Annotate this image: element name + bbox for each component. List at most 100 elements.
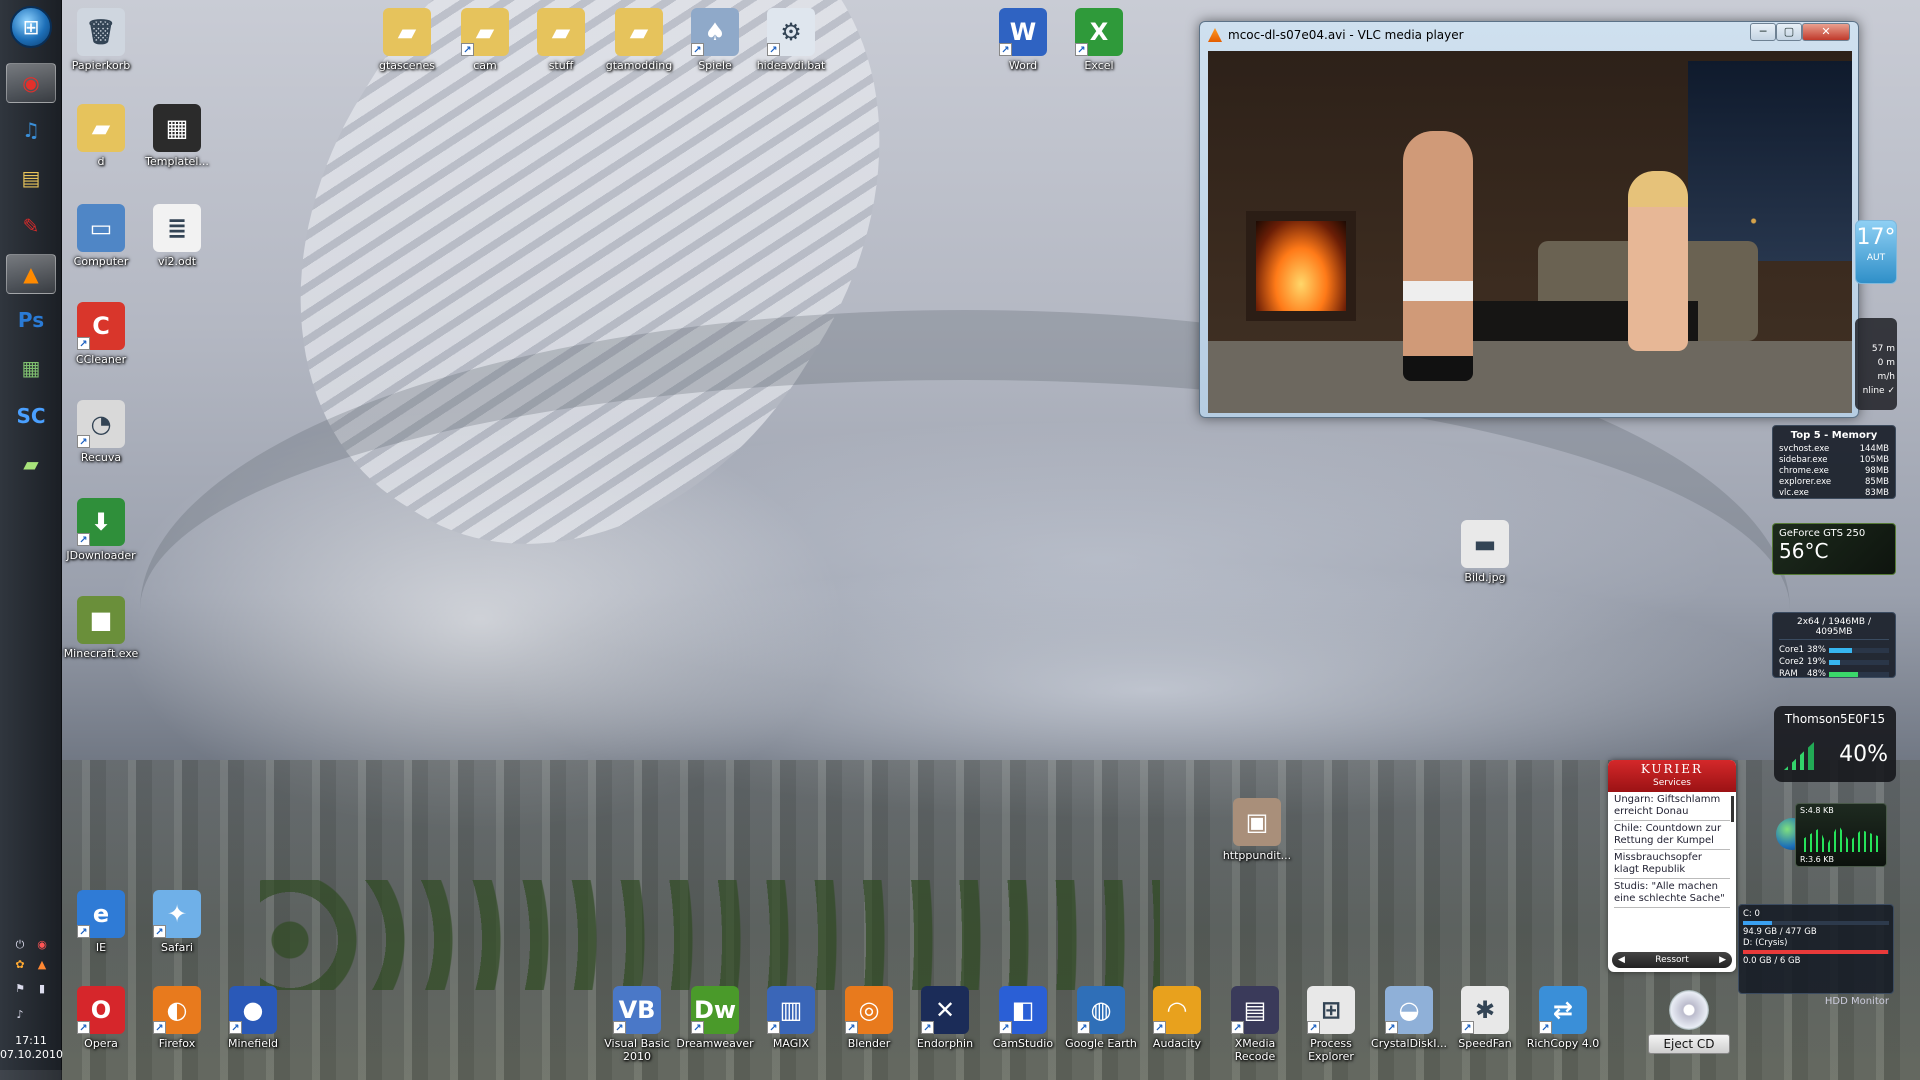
- desktop-icon-magix[interactable]: ▥ ↗ MAGIX: [752, 986, 830, 1050]
- desktop-icon-minecraft-exe[interactable]: ■ Minecraft.exe: [62, 596, 140, 660]
- acrobat-icon: ✎: [22, 214, 40, 238]
- desktop-icon-papierkorb[interactable]: 🗑 Papierkorb: [62, 8, 140, 72]
- desktop-icon-crystaldiski[interactable]: ◒ ↗ CrystalDiskI...: [1370, 986, 1448, 1050]
- hdd-monitor-gadget[interactable]: C: 0 94.9 GB / 477 GB D: (Crysis) 0.0 GB…: [1738, 904, 1894, 1007]
- desktop-icon-richcopy-4-0[interactable]: ⇄ ↗ RichCopy 4.0: [1524, 986, 1602, 1050]
- process-name: explorer.exe: [1779, 477, 1832, 487]
- taskbar-starcraft-button[interactable]: SC: [6, 396, 56, 436]
- taskbar-chrome-button[interactable]: ◉: [6, 63, 56, 103]
- memory-row: vlc.exe 83MB: [1779, 488, 1889, 499]
- weather-gadget[interactable]: 57 m 0 m m/h nline ✓: [1855, 318, 1897, 410]
- network-icon[interactable]: ▮: [34, 982, 50, 996]
- shortcut-arrow-icon: ↗: [845, 1021, 858, 1034]
- ressort-selector[interactable]: ◀ Ressort ▶: [1612, 952, 1732, 968]
- ressort-label: Ressort: [1655, 955, 1689, 965]
- process-name: chrome.exe: [1779, 466, 1829, 476]
- taskbar-photoshop-button[interactable]: Ps: [6, 300, 56, 340]
- desktop-icon-gtascenes[interactable]: ▰ gtascenes: [368, 8, 446, 72]
- photoshop-icon: Ps: [17, 308, 45, 332]
- desktop-icon-computer[interactable]: ▭ Computer: [62, 204, 140, 268]
- network-meter-gadget[interactable]: S:4.8 KB R:3.6 KB: [1795, 803, 1887, 867]
- desktop-icon-hideavdi-bat[interactable]: ⚙ ↗ hideavdi.bat: [752, 8, 830, 72]
- shortcut-arrow-icon: ↗: [1385, 1021, 1398, 1034]
- desktop-icon-vi2-odt[interactable]: ≣ vi2.odt: [138, 204, 216, 268]
- taskbar-sticky-notes-button[interactable]: ▰: [6, 444, 56, 484]
- taskbar-vlc-button[interactable]: ▲: [6, 254, 56, 294]
- temperature-gadget[interactable]: 17° AUT: [1855, 220, 1897, 284]
- kurier-news-gadget[interactable]: KURIER Services Ungarn: Giftschlamm erre…: [1608, 760, 1736, 972]
- memory-title: Top 5 - Memory: [1790, 430, 1878, 441]
- desktop-icon-recuva[interactable]: ◔ ↗ Recuva: [62, 400, 140, 464]
- maximize-button[interactable]: ▢: [1776, 23, 1802, 41]
- cpu-gadget[interactable]: 2x64 / 1946MB / 4095MB Core1 38% Core2 19% R…: [1772, 612, 1896, 679]
- desktop-icon-jdownloader[interactable]: ⬇ ↗ JDownloader: [62, 498, 140, 562]
- eject-cd-button[interactable]: Eject CD: [1648, 1034, 1730, 1054]
- desktop-icon-safari[interactable]: ✦ ↗ Safari: [138, 890, 216, 954]
- desktop-icon-opera[interactable]: O ↗ Opera: [62, 986, 140, 1050]
- cpu-row-name: Core1: [1779, 645, 1805, 655]
- taskbar-explorer-button[interactable]: ▤: [6, 158, 56, 198]
- drive-d-label: D: (Crysis): [1743, 938, 1788, 948]
- start-button[interactable]: ⊞: [10, 6, 52, 48]
- desktop-icon-httppundit[interactable]: ▣ httppundit...: [1218, 798, 1296, 862]
- desktop-icon-firefox[interactable]: ◐ ↗ Firefox: [138, 986, 216, 1050]
- video-scene-woman: [1628, 171, 1688, 351]
- hideavdi-bat-icon: ⚙ ↗: [767, 8, 815, 56]
- minimize-button[interactable]: ─: [1750, 23, 1776, 41]
- desktop-icon-label: MAGIX: [772, 1037, 810, 1050]
- news-item[interactable]: Studis: "Alle machen eine schlechte Sach…: [1614, 881, 1730, 908]
- desktop-icon-endorphin[interactable]: ✕ ↗ Endorphin: [906, 986, 984, 1050]
- desktop-icon-google-earth[interactable]: ◍ ↗ Google Earth: [1062, 986, 1140, 1050]
- tray-app-icon[interactable]: ✿: [12, 958, 28, 972]
- desktop-icon-d[interactable]: ▰ d: [62, 104, 140, 168]
- desktop-icon-stuff[interactable]: ▰ stuff: [522, 8, 600, 72]
- next-icon[interactable]: ▶: [1719, 952, 1726, 968]
- prev-icon[interactable]: ◀: [1618, 952, 1625, 968]
- desktop-icon-gtamodding[interactable]: ▰ gtamodding: [600, 8, 678, 72]
- show-desktop-button[interactable]: [0, 1070, 62, 1080]
- action-center-icon[interactable]: ⚑: [12, 982, 28, 996]
- wifi-gadget[interactable]: Thomson5E0F15 40%: [1774, 706, 1896, 782]
- shortcut-arrow-icon: ↗: [767, 43, 780, 56]
- desktop-icon-xmedia-recode[interactable]: ▤ ↗ XMedia Recode: [1216, 986, 1294, 1063]
- desktop-icon-ie[interactable]: e ↗ IE: [62, 890, 140, 954]
- close-button[interactable]: ✕: [1802, 23, 1850, 41]
- news-item[interactable]: Missbrauchsopfer klagt Republik: [1614, 852, 1730, 879]
- desktop-icon-excel[interactable]: X ↗ Excel: [1060, 8, 1138, 72]
- desktop-icon-word[interactable]: W ↗ Word: [984, 8, 1062, 72]
- desktop-icon-minefield[interactable]: ● ↗ Minefield: [214, 986, 292, 1050]
- news-item[interactable]: Chile: Countdown zur Rettung der Kumpel: [1614, 823, 1730, 850]
- desktop-icon-cam[interactable]: ▰ ↗ cam: [446, 8, 524, 72]
- eject-cd-gadget[interactable]: Eject CD: [1648, 990, 1730, 1058]
- desktop-icon-camstudio[interactable]: ◧ ↗ CamStudio: [984, 986, 1062, 1050]
- volume-icon[interactable]: ♪: [12, 1008, 28, 1022]
- shortcut-arrow-icon: ↗: [1075, 43, 1088, 56]
- vlc-window[interactable]: mcoc-dl-s07e04.avi - VLC media player ─ …: [1199, 21, 1859, 418]
- news-scrollbar[interactable]: [1731, 796, 1734, 822]
- desktop-icon-label: Computer: [73, 255, 129, 268]
- memory-gadget[interactable]: Top 5 - Memory svchost.exe 144MB sidebar.e…: [1772, 425, 1896, 499]
- desktop-icon-speedfan[interactable]: ✱ ↗ SpeedFan: [1446, 986, 1524, 1050]
- desktop-icon-templatel[interactable]: ▦ Templatel...: [138, 104, 216, 168]
- desktop-icon-label: stuff: [548, 59, 574, 72]
- taskbar-acrobat-button[interactable]: ✎: [6, 206, 56, 246]
- desktop-icon-blender[interactable]: ◎ ↗ Blender: [830, 986, 908, 1050]
- clock[interactable]: 17:11 07.10.2010: [0, 1034, 63, 1062]
- wifi-strength: 40%: [1839, 742, 1888, 767]
- power-icon[interactable]: ⏻: [12, 938, 28, 952]
- news-item[interactable]: Ungarn: Giftschlamm erreicht Donau: [1614, 794, 1730, 821]
- desktop-icon-bild-jpg[interactable]: ▬ Bild.jpg: [1446, 520, 1524, 584]
- antivirus-icon[interactable]: ◉: [34, 938, 50, 952]
- video-area[interactable]: [1208, 51, 1852, 413]
- desktop-icon-spiele[interactable]: ♠ ↗ Spiele: [676, 8, 754, 72]
- taskbar-task-manager-button[interactable]: ▦: [6, 348, 56, 388]
- desktop-icon-label: Excel: [1084, 59, 1114, 72]
- desktop-icon-audacity[interactable]: ◠ ↗ Audacity: [1138, 986, 1216, 1050]
- vlc-tray-icon[interactable]: ▲: [34, 958, 50, 972]
- desktop-icon-ccleaner[interactable]: C ↗ CCleaner: [62, 302, 140, 366]
- desktop-icon-dreamweaver[interactable]: Dw ↗ Dreamweaver: [676, 986, 754, 1050]
- desktop-icon-visual-basic-2010[interactable]: VB ↗ Visual Basic 2010: [598, 986, 676, 1063]
- taskbar-itunes-button[interactable]: ♫: [6, 110, 56, 150]
- gpu-gadget[interactable]: GeForce GTS 250 56°C: [1772, 523, 1896, 575]
- desktop-icon-process-explorer[interactable]: ⊞ ↗ Process Explorer: [1292, 986, 1370, 1063]
